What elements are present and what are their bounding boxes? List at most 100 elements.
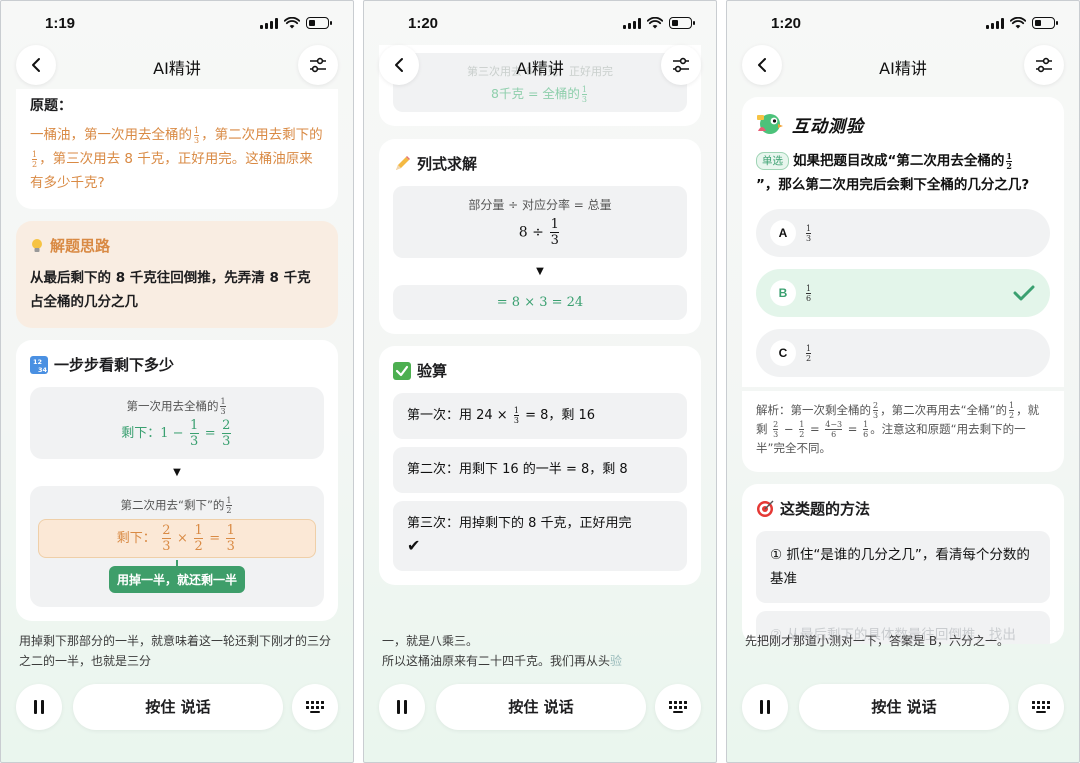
quiz-question-part: 如果把题目改成“第二次用去全桶的 [793, 153, 1005, 169]
wifi-icon [1010, 17, 1026, 29]
original-text-part: 一桶油，第一次用去全桶的 [30, 127, 192, 143]
keyboard-icon [306, 701, 324, 713]
explanation-card: 解析：第一次剩全桶的 2 3 ，第二次再用去“全桶”的 1 2 ，就剩 23 − 12 = … [742, 391, 1064, 472]
steps-card: 12 34 一步步看剩下多少 第一次用去全桶的 1 3 剩下：1 − 13 = 23 … [16, 340, 338, 621]
option-letter: B [770, 280, 796, 306]
sliders-icon [310, 57, 326, 73]
verify-heading: 验算 [393, 360, 687, 381]
explanation-part: ，第二次再用去“全桶”的 [880, 403, 1008, 417]
keyboard-icon [1032, 701, 1050, 713]
option-denominator: 6 [806, 293, 812, 303]
thinking-heading: 解题思路 [30, 235, 324, 256]
caption-text: 用掉剩下那部分的一半，就意味着这一轮还剩下刚才的三分之二的一半，也就是三分 [19, 634, 332, 668]
formula-box: 部分量 ÷ 对应分率 = 总量 8 ÷ 13 [393, 186, 687, 258]
pencil-icon [396, 155, 410, 170]
settings-button[interactable] [661, 45, 701, 85]
equation-card: 列式求解 部分量 ÷ 对应分率 = 总量 8 ÷ 13 ▼ = 8 × 3 = … [379, 139, 701, 334]
option-letter: A [770, 220, 796, 246]
verify-heading-text: 验算 [417, 362, 448, 380]
status-time: 1:19 [45, 15, 76, 32]
verify-row-3: 第三次：用掉剩下的 8 千克，正好用完 ✔ [393, 501, 687, 571]
original-text: 一桶油，第一次用去全桶的 1 3 ，第二次用去剩下的 1 2 ，第三次用去 8 千克，正好用… [30, 125, 323, 192]
hint-bubble: 用掉一半，就还剩一半 [108, 560, 245, 593]
hold-to-talk-button[interactable]: 按住 说话 [799, 684, 1009, 730]
caption-line-2-fade: 验 [610, 654, 623, 668]
result-box: = 8 × 3 = 24 [393, 285, 687, 320]
step-two-label: 剩下： [116, 531, 156, 546]
status-time: 1:20 [771, 15, 802, 32]
caption-line-2: 所以这桶油原来有二十四千克。我们再从头 [382, 654, 611, 668]
quiz-heading: 互动测验 [756, 111, 1050, 137]
step-one-box: 第一次用去全桶的 1 3 剩下：1 − 13 = 23 [30, 387, 324, 459]
pause-button[interactable] [742, 684, 788, 730]
quiz-option-a[interactable]: A 13 [756, 209, 1050, 257]
single-choice-tag: 单选 [756, 152, 789, 170]
settings-button[interactable] [298, 45, 338, 85]
original-text-part: ，第三次用去 8 千克，正好用完。这桶油原来有多少千克? [30, 151, 313, 191]
caption-text: 一，就是八乘三。 所以这桶油原来有二十四千克。我们再从头验 [382, 631, 698, 671]
svg-text:12: 12 [33, 358, 42, 366]
verify-row-3-text: 第三次：用掉剩下的 8 千克，正好用完 [407, 516, 632, 531]
settings-button[interactable] [1024, 45, 1064, 85]
correct-check-icon [1013, 285, 1035, 301]
explanation-part: 解析：第一次剩全桶的 [756, 403, 871, 417]
sliders-icon [1036, 57, 1052, 73]
steps-heading: 12 34 一步步看剩下多少 [30, 354, 324, 375]
phone-screen-2: 1:20 第三次用去 8 千克，正好用完 8千克 = 全桶的 1 3 AI精讲 列式… [363, 0, 717, 763]
hold-to-talk-button[interactable]: 按住 说话 [436, 684, 646, 730]
quiz-question-part: ”，那么第二次用完后会剩下全桶的几分之几? [756, 177, 1030, 193]
checkmark-icon: ✔ [407, 536, 421, 555]
formula-text: 部分量 ÷ 对应分率 = 总量 [468, 198, 612, 212]
step-two-box: 第二次用去“剩下”的 1 2 剩下： 23 × 12 = 13 用掉一半，就还剩一半 [30, 486, 324, 607]
quiz-option-b[interactable]: B 16 [756, 269, 1050, 317]
bottom-controls: 按住 说话 [727, 684, 1079, 730]
signal-icon [986, 17, 1004, 29]
wifi-icon [647, 17, 663, 29]
signal-icon [260, 17, 278, 29]
caption-line-1: 一，就是八乘三。 [382, 634, 479, 648]
pause-button[interactable] [379, 684, 425, 730]
status-bar: 1:20 [727, 1, 1079, 47]
keyboard-button[interactable] [1018, 684, 1064, 730]
explanation-text: 解析：第一次剩全桶的 2 3 ，第二次再用去“全桶”的 1 2 ，就剩 23 − 12 = … [756, 401, 1040, 455]
caption-text: 先把刚才那道小测对一下，答案是 B，六分之一。 [745, 634, 1010, 648]
method-heading: 这类题的方法 [756, 498, 1050, 519]
option-letter: C [770, 340, 796, 366]
step-one-text: 第一次用去全桶的 [126, 399, 219, 413]
equation-heading: 列式求解 [393, 153, 687, 174]
numbers-icon: 1234 [30, 355, 48, 374]
option-numerator: 1 [806, 343, 812, 353]
sliders-icon [673, 57, 689, 73]
parrot-mascot-icon [757, 114, 783, 134]
option-denominator: 3 [806, 233, 812, 243]
keyboard-button[interactable] [655, 684, 701, 730]
quiz-heading-text: 互动测验 [792, 116, 864, 137]
check-box-icon [393, 361, 411, 380]
quiz-option-c[interactable]: C 12 [756, 329, 1050, 377]
original-text-part: ，第二次用去剩下的 [201, 127, 323, 143]
svg-text:34: 34 [38, 366, 48, 374]
signal-icon [623, 17, 641, 29]
down-arrow-icon: ▼ [173, 467, 181, 478]
lightbulb-icon [32, 238, 42, 252]
down-arrow-icon: ▼ [536, 266, 544, 277]
step-two-text: 第二次用去“剩下”的 [120, 498, 225, 512]
step-two-result: 剩下： 23 × 12 = 13 [38, 519, 316, 558]
equation-heading-text: 列式求解 [417, 155, 478, 173]
option-denominator: 2 [806, 353, 812, 363]
quiz-question: 单选 如果把题目改成“第二次用去全桶的 1 2 ”，那么第二次用完后会剩下全桶的几分之几… [756, 150, 1030, 193]
hold-to-talk-button[interactable]: 按住 说话 [73, 684, 283, 730]
result-text: = 8 × 3 = 24 [496, 295, 584, 310]
battery-icon [669, 17, 695, 29]
pause-button[interactable] [16, 684, 62, 730]
phone-screen-3: 1:20 AI精讲 互动测验 单选 如果把题目改成“第二次用去全桶的 1 2 ”，那么第… [726, 0, 1080, 763]
target-icon [757, 500, 774, 517]
keyboard-button[interactable] [292, 684, 338, 730]
battery-icon [1032, 17, 1058, 29]
method-heading-text: 这类题的方法 [780, 500, 871, 518]
phone-screen-1: 1:19 AI精讲 原题： 一桶油，第一次用去全桶的 1 3 ，第二次用去剩下的 1 2，… [0, 0, 354, 763]
verify-row-1: 第一次：用 24 × 13 = 8，剩 16 [393, 393, 687, 439]
battery-icon [306, 17, 332, 29]
quiz-card: 互动测验 单选 如果把题目改成“第二次用去全桶的 1 2 ”，那么第二次用完后会剩下全桶… [742, 97, 1064, 387]
thinking-heading-text: 解题思路 [50, 237, 111, 255]
